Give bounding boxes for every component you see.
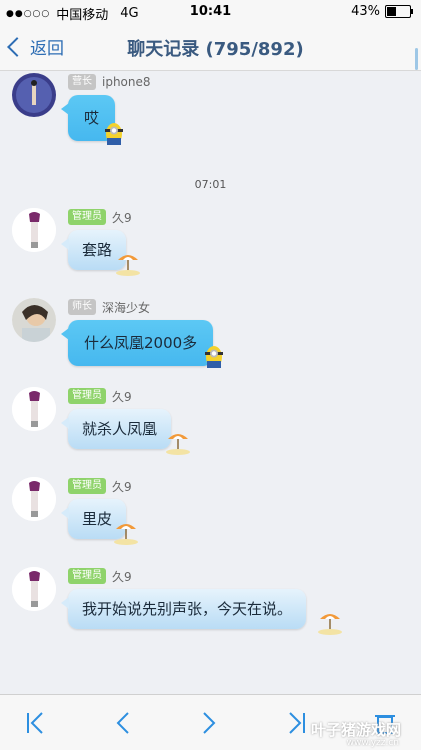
- sender-name: 深海少女: [102, 300, 151, 315]
- next-page-icon[interactable]: [194, 708, 224, 738]
- sender-name: 久9: [112, 389, 132, 404]
- role-badge: 管理员: [68, 568, 106, 584]
- message-meta: 管理员 久9: [68, 477, 132, 495]
- message-meta: 师长 深海少女: [68, 298, 150, 316]
- sender-name: 久9: [112, 479, 132, 494]
- pagination-toolbar: 叶子猪游戏网 www.yzz.cn: [0, 694, 421, 750]
- message-bubble[interactable]: 什么凤凰2000多: [60, 320, 214, 366]
- timestamp-divider: 07:01: [194, 178, 227, 191]
- battery-percent: 43%: [351, 4, 380, 19]
- message-bubble[interactable]: 我开始说先别声张，今天在说。: [60, 589, 307, 629]
- message-text: 就杀人凤凰: [82, 420, 158, 438]
- watermark: 叶子猪游戏网: [310, 721, 401, 739]
- role-badge: 管理员: [68, 478, 106, 494]
- watermark-url: www.yzz.cn: [346, 738, 399, 748]
- avatar[interactable]: [12, 208, 56, 252]
- first-page-icon[interactable]: [20, 708, 50, 738]
- battery-icon: [385, 5, 413, 18]
- message-meta: 管理员 久9: [68, 208, 132, 226]
- previous-page-icon[interactable]: [108, 708, 138, 738]
- minion-icon: [105, 123, 123, 145]
- chat-history[interactable]: 营长 iphone8 哎 07:01 管理员 久9 套路 师长 深海少女 什么凤…: [0, 71, 421, 694]
- role-badge: 管理员: [68, 388, 106, 404]
- message-text: 套路: [82, 241, 113, 259]
- avatar[interactable]: [12, 73, 56, 117]
- sender-name: iphone8: [102, 75, 151, 89]
- nav-bar: 返回 聊天记录 (795/892): [0, 24, 421, 71]
- avatar[interactable]: [12, 298, 56, 342]
- sender-name: 久9: [112, 210, 132, 225]
- battery-info: 43%: [351, 4, 413, 19]
- role-badge: 营长: [68, 74, 96, 90]
- message-bubble[interactable]: 就杀人凤凰: [60, 409, 172, 449]
- role-badge: 管理员: [68, 209, 106, 225]
- message-meta: 管理员 久9: [68, 567, 132, 585]
- message-meta: 管理员 久9: [68, 387, 132, 405]
- parasol-icon: [116, 255, 140, 276]
- message-meta: 营长 iphone8: [68, 73, 151, 91]
- parasol-icon: [318, 614, 342, 635]
- page-title: 聊天记录 (795/892): [127, 39, 304, 60]
- minion-icon: [205, 346, 223, 368]
- parasol-icon: [166, 434, 190, 455]
- parasol-icon: [114, 524, 138, 545]
- avatar[interactable]: [12, 567, 56, 611]
- avatar[interactable]: [12, 387, 56, 431]
- last-page-icon[interactable]: [282, 708, 312, 738]
- message-text: 里皮: [82, 510, 113, 528]
- status-bar: ●●○○○ 中国移动 4G 10:41 43%: [0, 0, 421, 24]
- message-text: 哎: [84, 109, 100, 127]
- message-text: 我开始说先别声张，今天在说。: [82, 600, 293, 618]
- scrollbar[interactable]: [415, 48, 418, 70]
- avatar[interactable]: [12, 477, 56, 521]
- sender-name: 久9: [112, 569, 132, 584]
- message-text: 什么凤凰2000多: [84, 334, 198, 352]
- role-badge: 师长: [68, 299, 96, 315]
